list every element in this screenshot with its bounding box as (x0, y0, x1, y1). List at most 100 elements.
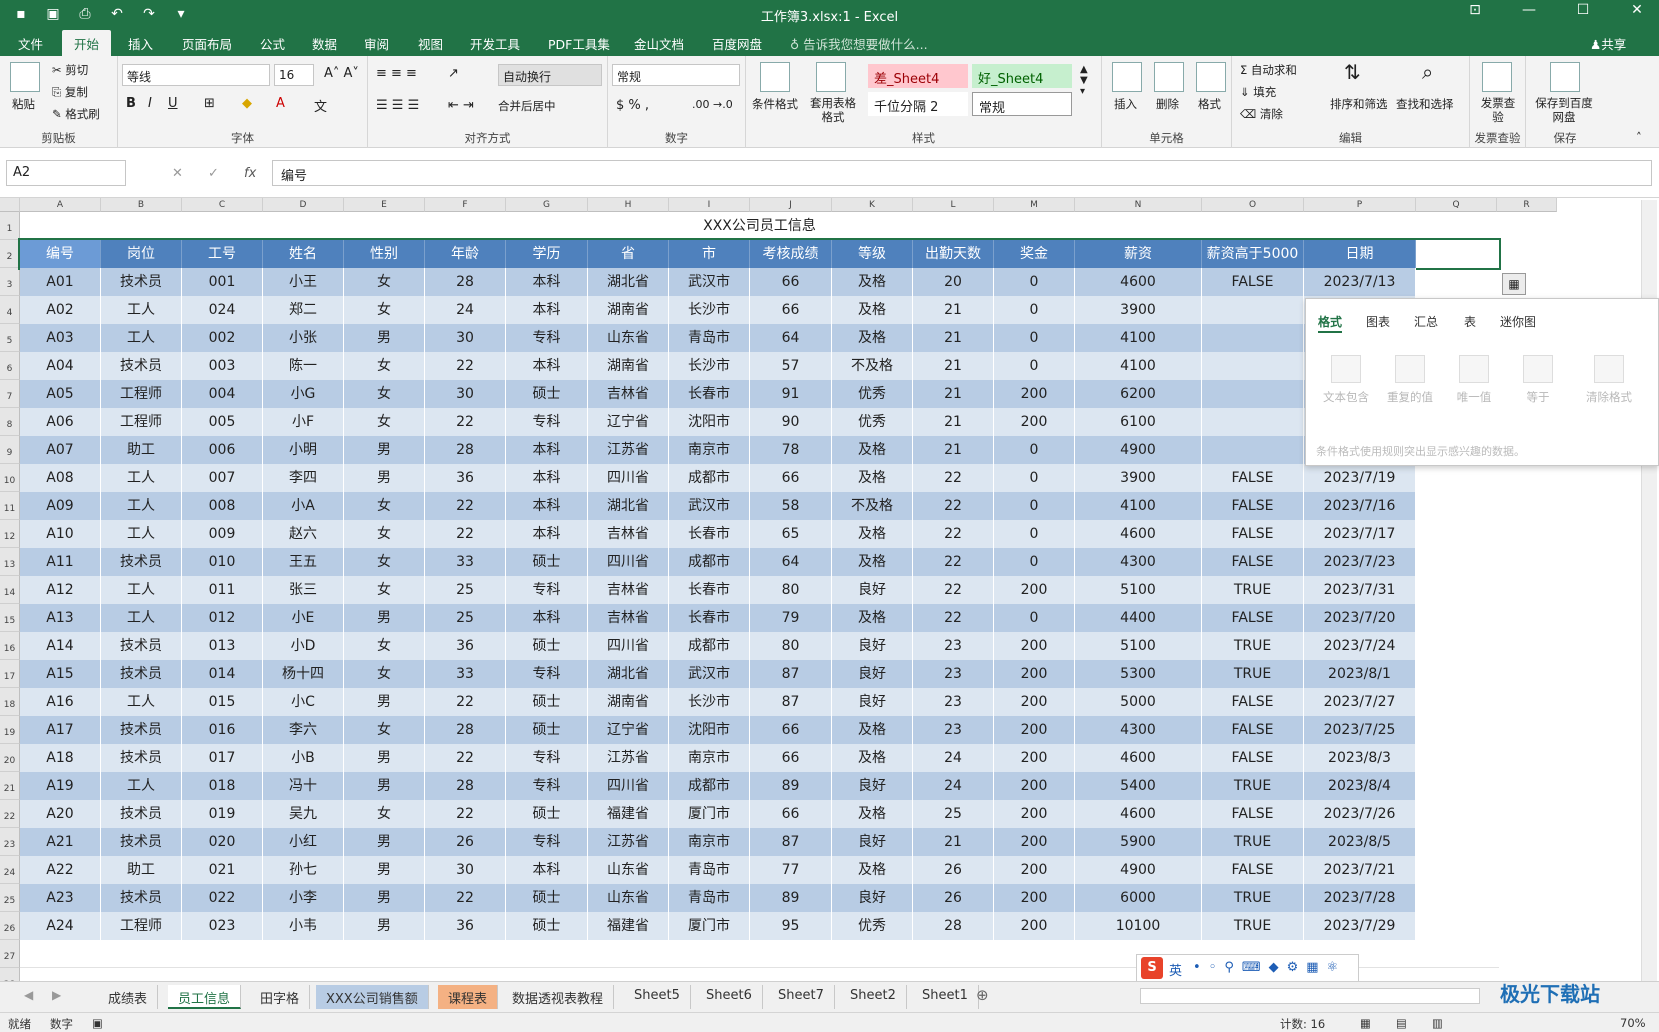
table-cell[interactable]: 26 (425, 828, 506, 856)
table-cell[interactable]: 2023/7/26 (1304, 800, 1416, 828)
table-cell[interactable]: 33 (425, 660, 506, 688)
qa-equal-to[interactable]: 等于 (1510, 355, 1566, 405)
header-cell[interactable]: 性别 (344, 240, 425, 268)
sort-filter-button[interactable]: 排序和筛选 (1330, 96, 1388, 112)
table-cell[interactable]: 5900 (1075, 828, 1202, 856)
table-cell[interactable]: 0 (994, 352, 1075, 380)
table-cell[interactable]: 95 (750, 912, 832, 940)
add-sheet-icon[interactable]: ⊕ (976, 986, 989, 1004)
table-cell[interactable]: 工程师 (101, 380, 182, 408)
table-cell[interactable]: 22 (425, 408, 506, 436)
table-cell[interactable]: 36 (425, 912, 506, 940)
table-cell[interactable]: 男 (344, 884, 425, 912)
table-cell[interactable]: 23 (913, 632, 994, 660)
copy-button[interactable]: ⎘ 复制 (52, 84, 88, 100)
table-cell[interactable]: 技术员 (101, 716, 182, 744)
table-cell[interactable]: 4900 (1075, 856, 1202, 884)
table-cell[interactable]: 24 (425, 296, 506, 324)
table-cell[interactable]: 技术员 (101, 548, 182, 576)
table-cell[interactable]: 21 (913, 352, 994, 380)
table-cell[interactable]: FALSE (1202, 464, 1304, 492)
table-cell[interactable]: 赵六 (263, 520, 344, 548)
header-cell[interactable]: 薪资高于5000 (1202, 240, 1304, 268)
table-cell[interactable]: 硕士 (506, 912, 588, 940)
table-cell[interactable]: A03 (20, 324, 101, 352)
table-cell[interactable]: 专科 (506, 828, 588, 856)
table-cell[interactable]: 200 (994, 884, 1075, 912)
table-cell[interactable]: 男 (344, 828, 425, 856)
table-cell[interactable]: A20 (20, 800, 101, 828)
tell-me-box[interactable]: ♁ 告诉我您想要做什么... (790, 34, 928, 53)
table-cell[interactable]: TRUE (1202, 632, 1304, 660)
table-cell[interactable]: 工人 (101, 520, 182, 548)
table-cell[interactable]: 012 (182, 604, 263, 632)
table-cell[interactable]: 22 (425, 492, 506, 520)
table-cell[interactable]: 小E (263, 604, 344, 632)
table-cell[interactable]: FALSE (1202, 548, 1304, 576)
table-cell[interactable]: 武汉市 (669, 660, 750, 688)
table-cell[interactable]: 良好 (832, 828, 913, 856)
table-cell[interactable]: 李六 (263, 716, 344, 744)
table-cell[interactable]: 四川省 (588, 772, 669, 800)
table-cell[interactable]: 硕士 (506, 884, 588, 912)
header-cell[interactable]: 岗位 (101, 240, 182, 268)
table-cell[interactable]: 优秀 (832, 408, 913, 436)
table-cell[interactable]: TRUE (1202, 884, 1304, 912)
table-cell[interactable]: 4100 (1075, 324, 1202, 352)
table-cell[interactable]: 001 (182, 268, 263, 296)
table-cell[interactable]: 本科 (506, 604, 588, 632)
sort-filter-icon[interactable]: ⇅ (1344, 60, 1374, 90)
table-cell[interactable]: 4300 (1075, 716, 1202, 744)
ribbon-display-icon[interactable]: ⊡ (1463, 2, 1487, 18)
column-header[interactable]: E (344, 198, 425, 212)
table-cell[interactable]: 专科 (506, 660, 588, 688)
column-header[interactable]: N (1075, 198, 1202, 212)
table-cell[interactable]: 技术员 (101, 800, 182, 828)
underline-icon[interactable]: U (168, 96, 178, 111)
table-cell[interactable]: 工人 (101, 492, 182, 520)
row-header[interactable]: 18 (0, 688, 20, 716)
tab-review[interactable]: 审阅 (364, 34, 389, 53)
table-cell[interactable]: FALSE (1202, 800, 1304, 828)
table-cell[interactable]: 良好 (832, 688, 913, 716)
header-cell[interactable]: 等级 (832, 240, 913, 268)
table-cell[interactable]: 女 (344, 268, 425, 296)
table-cell[interactable]: 2023/8/3 (1304, 744, 1416, 772)
ime-tool-icons[interactable]: •◦⚲⌨◆⚙▦⚛ (1193, 960, 1346, 975)
table-cell[interactable]: 及格 (832, 744, 913, 772)
table-cell[interactable]: 湖南省 (588, 296, 669, 324)
row-header[interactable]: 8 (0, 408, 20, 436)
table-cell[interactable]: 专科 (506, 772, 588, 800)
row-header[interactable]: 10 (0, 464, 20, 492)
currency-icon[interactable]: $ % , (616, 98, 649, 113)
table-cell[interactable]: 90 (750, 408, 832, 436)
table-cell[interactable]: FALSE (1202, 856, 1304, 884)
table-cell[interactable]: 女 (344, 296, 425, 324)
table-cell[interactable]: A06 (20, 408, 101, 436)
row-header[interactable]: 26 (0, 912, 20, 940)
row-header[interactable]: 25 (0, 884, 20, 912)
table-cell[interactable]: 小D (263, 632, 344, 660)
table-cell[interactable]: 吉林省 (588, 380, 669, 408)
table-cell[interactable]: 200 (994, 660, 1075, 688)
column-header[interactable]: I (669, 198, 750, 212)
maximize-icon[interactable]: ☐ (1571, 2, 1595, 18)
table-cell[interactable]: 200 (994, 632, 1075, 660)
row-header[interactable]: 14 (0, 576, 20, 604)
table-cell[interactable]: 小A (263, 492, 344, 520)
table-cell[interactable]: 019 (182, 800, 263, 828)
table-cell[interactable]: 30 (425, 324, 506, 352)
row-header[interactable]: 19 (0, 716, 20, 744)
table-cell[interactable]: 本科 (506, 464, 588, 492)
enter-icon[interactable]: ✓ (208, 166, 219, 181)
table-cell[interactable]: 本科 (506, 520, 588, 548)
style-comma[interactable]: 千位分隔 2 (868, 92, 968, 116)
table-cell[interactable]: 小明 (263, 436, 344, 464)
table-cell[interactable]: 22 (425, 800, 506, 828)
normal-view-icon[interactable]: ▦ (1360, 1016, 1371, 1030)
table-cell[interactable]: 2023/7/31 (1304, 576, 1416, 604)
sheet-title-cell[interactable]: XXX公司员工信息 (20, 212, 1499, 240)
row-header[interactable]: 11 (0, 492, 20, 520)
table-cell[interactable]: 21 (913, 408, 994, 436)
tab-formulas[interactable]: 公式 (260, 34, 285, 53)
